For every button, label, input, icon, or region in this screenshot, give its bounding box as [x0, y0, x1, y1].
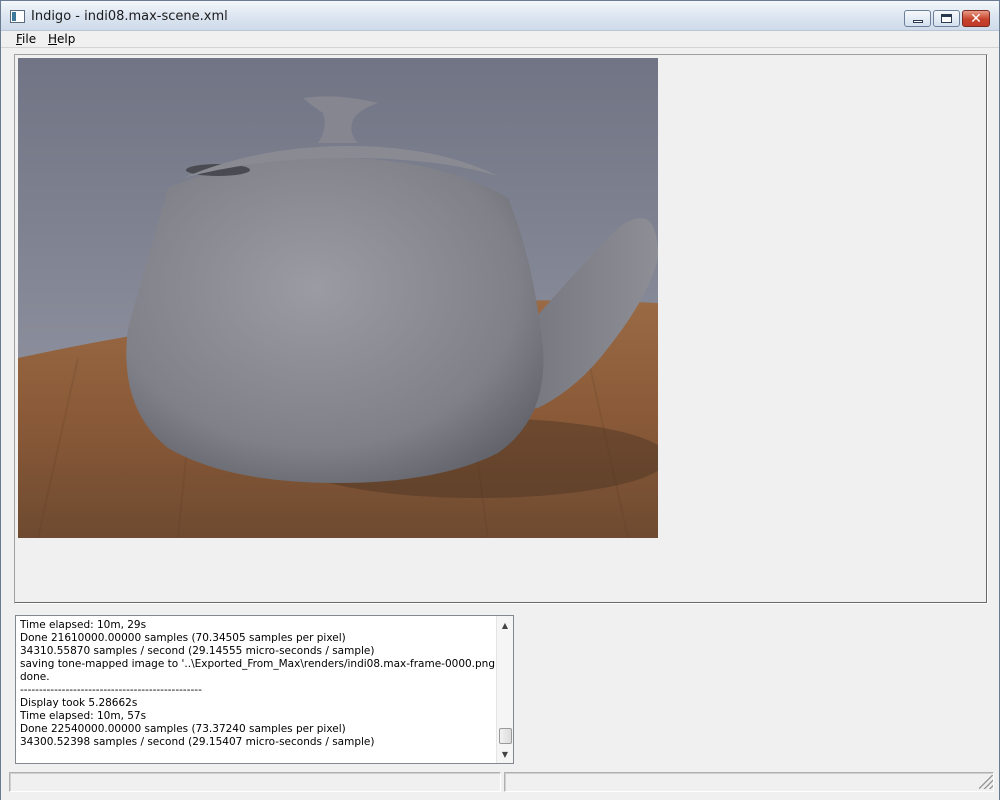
log-line: Done 22540000.00000 samples (73.37240 sa…	[20, 723, 346, 735]
arrow-up-icon: ▲	[501, 620, 509, 630]
log-lines: Time elapsed: 10m, 29s Done 21610000.000…	[20, 619, 496, 749]
render-panel	[14, 54, 988, 604]
log-line: ----------------------------------------…	[20, 684, 202, 696]
arrow-down-icon: ▼	[501, 749, 509, 759]
menu-help-label: elp	[57, 32, 76, 46]
status-bar	[1, 771, 999, 800]
log-line: done.	[20, 671, 50, 683]
scroll-down-button[interactable]: ▼	[497, 746, 513, 762]
menu-help[interactable]: Help	[48, 32, 75, 46]
log-scrollbar[interactable]: ▲ ▼	[496, 616, 513, 763]
scroll-up-button[interactable]: ▲	[497, 617, 513, 633]
status-pane-2	[504, 772, 994, 792]
log-line: Display took 5.28662s	[20, 697, 138, 709]
status-pane-1	[9, 772, 501, 792]
minimize-icon	[912, 20, 923, 23]
menu-help-accel: H	[48, 32, 58, 46]
window-title: Indigo - indi08.max-scene.xml	[31, 9, 228, 24]
app-window: Indigo - indi08.max-scene.xml ✕ File Hel…	[0, 0, 1000, 800]
menu-file[interactable]: File	[16, 32, 36, 46]
maximize-icon	[941, 14, 952, 23]
close-icon: ✕	[970, 10, 982, 27]
log-line: 34310.55870 samples / second (29.14555 m…	[20, 645, 375, 657]
app-icon[interactable]	[10, 10, 25, 23]
teapot-render	[18, 58, 658, 538]
log-output[interactable]: Time elapsed: 10m, 29s Done 21610000.000…	[15, 615, 514, 764]
menu-bar: File Help	[1, 31, 999, 48]
render-image[interactable]	[18, 58, 658, 538]
scroll-thumb[interactable]	[499, 728, 512, 744]
close-button[interactable]: ✕	[962, 10, 990, 27]
menu-file-label: ile	[22, 32, 37, 46]
log-line: saving tone-mapped image to '..\Exported…	[20, 658, 496, 670]
resize-grip-icon[interactable]	[979, 775, 993, 789]
title-bar[interactable]: Indigo - indi08.max-scene.xml ✕	[1, 1, 999, 31]
maximize-button[interactable]	[933, 10, 960, 27]
log-line: Time elapsed: 10m, 57s	[20, 710, 147, 722]
log-line: Time elapsed: 10m, 29s	[20, 619, 147, 631]
log-line: 34300.52398 samples / second (29.15407 m…	[20, 736, 375, 748]
log-line: Done 21610000.00000 samples (70.34505 sa…	[20, 632, 346, 644]
minimize-button[interactable]	[904, 10, 931, 27]
